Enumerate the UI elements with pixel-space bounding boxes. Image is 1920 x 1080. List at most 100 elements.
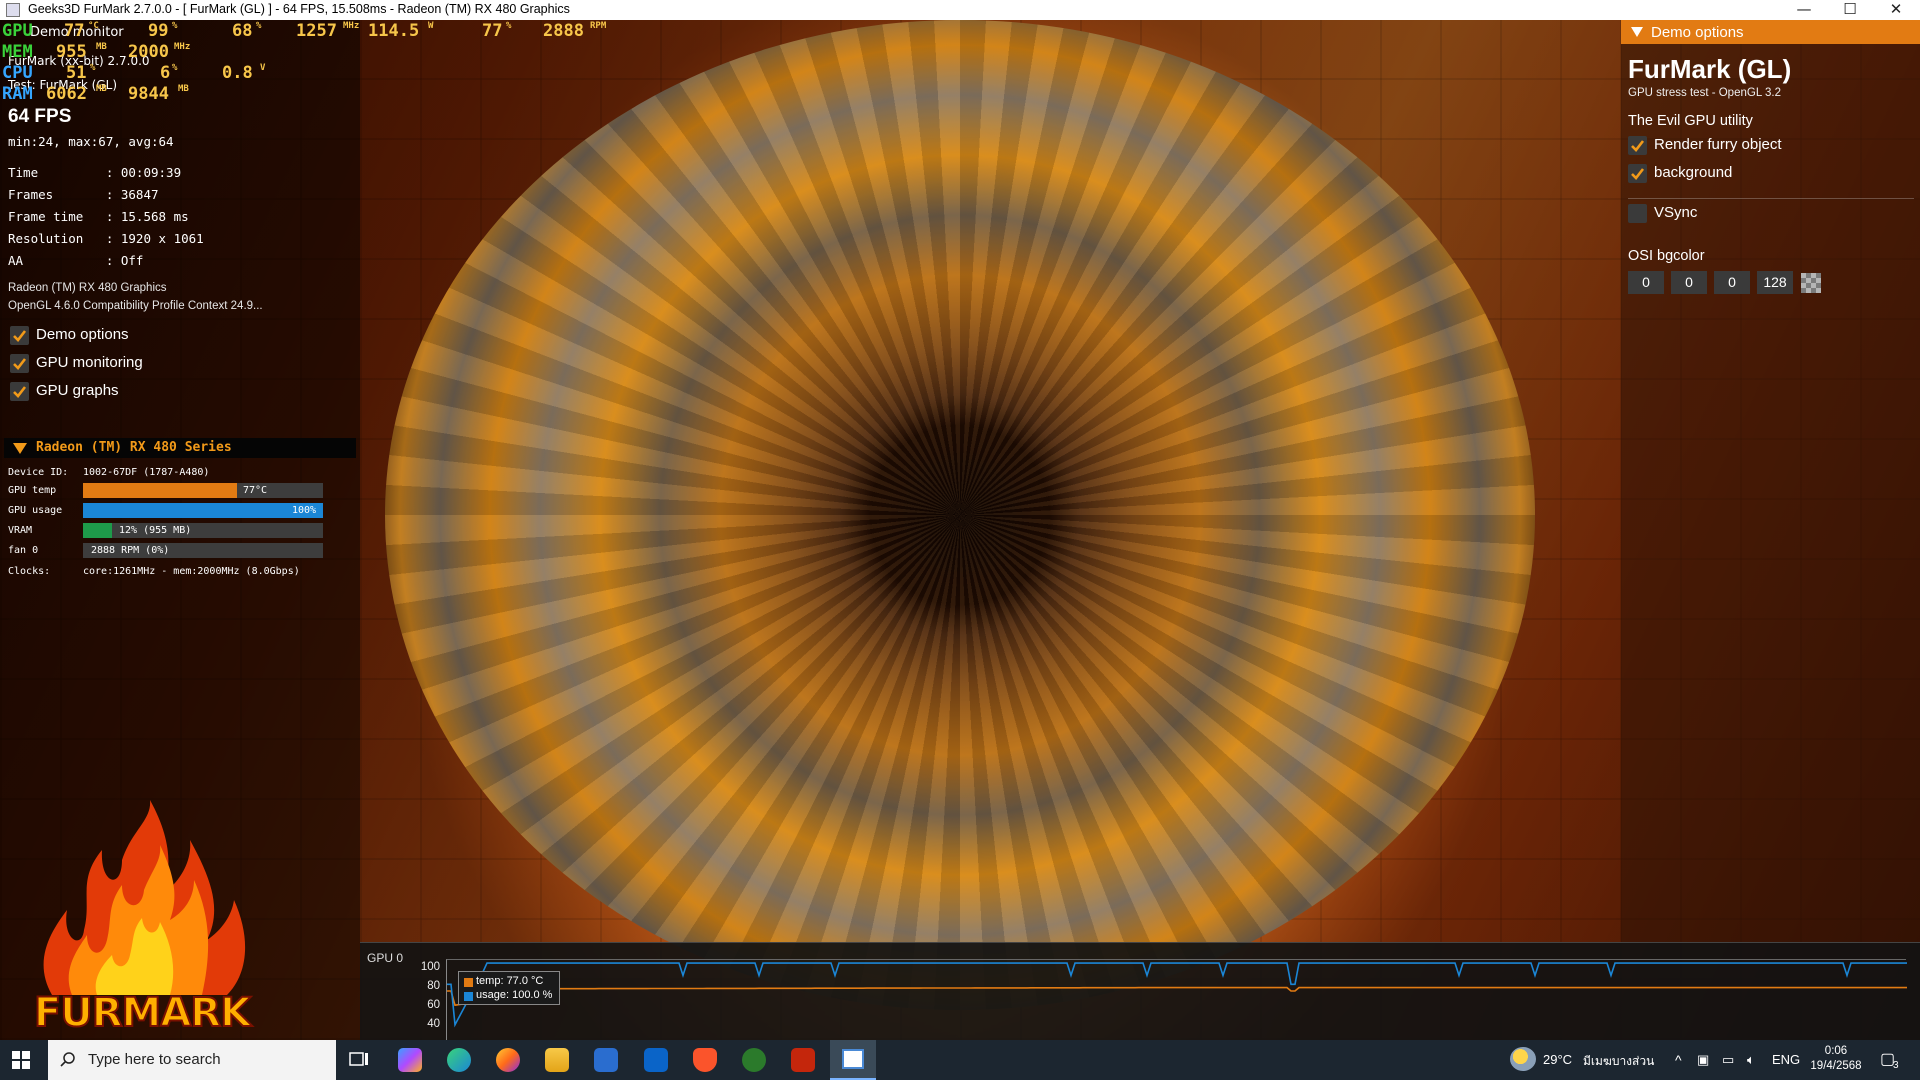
task-view-icon[interactable] — [347, 1048, 371, 1072]
checkmark-icon — [13, 358, 27, 370]
xbox-icon[interactable] — [742, 1048, 766, 1072]
brave-icon[interactable] — [693, 1048, 717, 1072]
checkbox[interactable] — [1628, 136, 1647, 155]
osd-gpu-clock: 1257 — [296, 21, 337, 41]
notification-count: 3 — [1893, 1060, 1899, 1071]
maximize-button[interactable]: ☐ — [1827, 0, 1873, 20]
firefox-icon[interactable] — [496, 1048, 520, 1072]
osd-gpu-power: 114.5 — [368, 21, 420, 41]
option-label: Render furry object — [1654, 136, 1782, 153]
monitor-row-gpu-temp: GPU temp 77°C — [8, 483, 348, 499]
windows-start-icon[interactable] — [12, 1051, 30, 1069]
clock[interactable]: 0:06 19/4/2568 — [1810, 1044, 1862, 1074]
graph-title: GPU 0 — [367, 951, 404, 965]
osd-mem-key: MEM — [2, 42, 33, 62]
osd-gpu-temp: 77 — [64, 21, 85, 41]
checkbox[interactable] — [1628, 164, 1647, 183]
gpu-monitor-header[interactable]: Radeon (TM) RX 480 Series — [4, 438, 356, 458]
osd-gpu-power-unit: W — [428, 21, 434, 31]
osd-gpu-usage-unit: % — [172, 21, 178, 31]
gpu-temp-text: 77°C — [243, 485, 268, 496]
monitor-label: GPU temp — [8, 485, 57, 496]
color-swatch[interactable] — [1801, 273, 1821, 293]
language-indicator[interactable]: ENG — [1772, 1052, 1800, 1067]
legend-swatch-usage — [464, 992, 473, 1001]
device-id-value: 1002-67DF (1787-A480) — [83, 467, 210, 478]
volume-icon[interactable]: 🔈︎ — [1747, 1052, 1755, 1068]
collapse-triangle-icon — [1631, 27, 1643, 37]
tray-app-icon[interactable]: ▣ — [1697, 1052, 1709, 1068]
device-id-label: Device ID: — [8, 467, 69, 478]
minimize-button[interactable]: — — [1781, 0, 1827, 20]
osd-cpu-x: 6 — [160, 63, 171, 83]
osi-blue-field[interactable]: 0 — [1714, 271, 1750, 294]
osd-cpu-usage: 51 — [66, 63, 87, 83]
fps-counter: 64 FPS — [8, 106, 72, 127]
legend-usage: usage: 100.0 % — [476, 989, 553, 1001]
osd-gpu-usage: 99 — [148, 21, 169, 41]
checkmark-icon — [13, 330, 27, 342]
clocks-value: core:1261MHz - mem:2000MHz (8.0Gbps) — [83, 566, 300, 577]
clocks-label: Clocks: — [8, 566, 51, 577]
checkbox[interactable] — [1628, 204, 1647, 223]
edge-icon[interactable] — [447, 1048, 471, 1072]
vram-bar-fill — [83, 523, 112, 538]
gpu-renderer-name: Radeon (TM) RX 480 Graphics — [8, 282, 167, 294]
option-label: background — [1654, 164, 1733, 181]
option-label: GPU monitoring — [36, 354, 143, 371]
osd-mem-used: 955 — [56, 42, 87, 62]
osd-cpu-key: CPU — [2, 63, 33, 83]
weather-icon[interactable] — [1510, 1047, 1536, 1071]
network-icon[interactable]: ▭ — [1722, 1052, 1734, 1068]
osi-red-field[interactable]: 0 — [1628, 271, 1664, 294]
copilot-icon[interactable] — [398, 1048, 422, 1072]
gpu-usage-bar-fill — [83, 503, 323, 518]
furmark-taskbar-icon[interactable] — [791, 1048, 815, 1072]
taskbar-search-box[interactable]: Type here to search — [48, 1040, 336, 1080]
title-bar: Geeks3D FurMark 2.7.0.0 - [ FurMark (GL)… — [0, 0, 1920, 20]
chevron-up-icon[interactable]: ^ — [1675, 1052, 1682, 1068]
device-id-row: Device ID: 1002-67DF (1787-A480) — [8, 465, 348, 481]
taskbar: Type here to search 29°C มีเมฆบางส่วน ^ … — [0, 1040, 1920, 1080]
furry-donut-object — [385, 20, 1535, 1010]
gl-context-info: OpenGL 4.6.0 Compatibility Profile Conte… — [8, 300, 263, 312]
outlook-icon[interactable] — [644, 1048, 668, 1072]
demo-options-panel: Demo options FurMark (GL) GPU stress tes… — [1621, 20, 1920, 942]
fps-detail: min:24, max:67, avg:64 — [8, 134, 174, 149]
furmark-window-icon — [842, 1049, 864, 1069]
osd-cpu-usage-unit: % — [90, 63, 96, 73]
demo-tagline: The Evil GPU utility — [1628, 113, 1753, 129]
stat-frame-time: Frame time : 15.568 ms — [8, 209, 189, 224]
demo-subtitle: GPU stress test - OpenGL 3.2 — [1628, 87, 1781, 99]
graph-legend: temp: 77.0 °C usage: 100.0 % — [458, 971, 560, 1005]
demo-options-header[interactable]: Demo options — [1621, 20, 1920, 44]
weather-temp[interactable]: 29°C — [1543, 1052, 1572, 1067]
osd-gpu-temp-unit: °C — [88, 21, 99, 31]
close-button[interactable]: ✕ — [1873, 0, 1919, 20]
monitor-row-vram: VRAM 12% (955 MB) — [8, 523, 348, 539]
gpu-temp-bar-fill — [83, 483, 237, 498]
file-explorer-icon[interactable] — [545, 1048, 569, 1072]
active-app-indicator[interactable] — [830, 1040, 876, 1080]
monitor-row-gpu-usage: GPU usage 100% — [8, 503, 348, 519]
checkbox[interactable] — [10, 382, 29, 401]
checkbox[interactable] — [10, 354, 29, 373]
stat-aa: AA : Off — [8, 253, 144, 268]
furmark-logo-text: FURMARK — [33, 989, 252, 1037]
osd-ram-used-unit: MB — [96, 84, 107, 94]
checkmark-icon — [13, 386, 27, 398]
osi-alpha-field[interactable]: 128 — [1757, 271, 1793, 294]
osi-green-field[interactable]: 0 — [1671, 271, 1707, 294]
osd-gpu-fan-pct-unit: % — [506, 21, 512, 31]
divider — [1628, 198, 1914, 199]
store-icon[interactable] — [594, 1048, 618, 1072]
osd-mem-clock-unit: MHz — [174, 42, 191, 52]
osd-mem-clock: 2000 — [128, 42, 169, 62]
app-icon — [6, 3, 20, 17]
y-tick-label: 80 — [427, 980, 440, 992]
fan-bar: 2888 RPM (0%) — [83, 543, 323, 558]
osd-gpu-fan-pct: 77 — [482, 21, 503, 41]
osd-gpu-x: 68 — [232, 21, 253, 41]
checkbox[interactable] — [10, 326, 29, 345]
weather-desc[interactable]: มีเมฆบางส่วน — [1583, 1052, 1654, 1071]
